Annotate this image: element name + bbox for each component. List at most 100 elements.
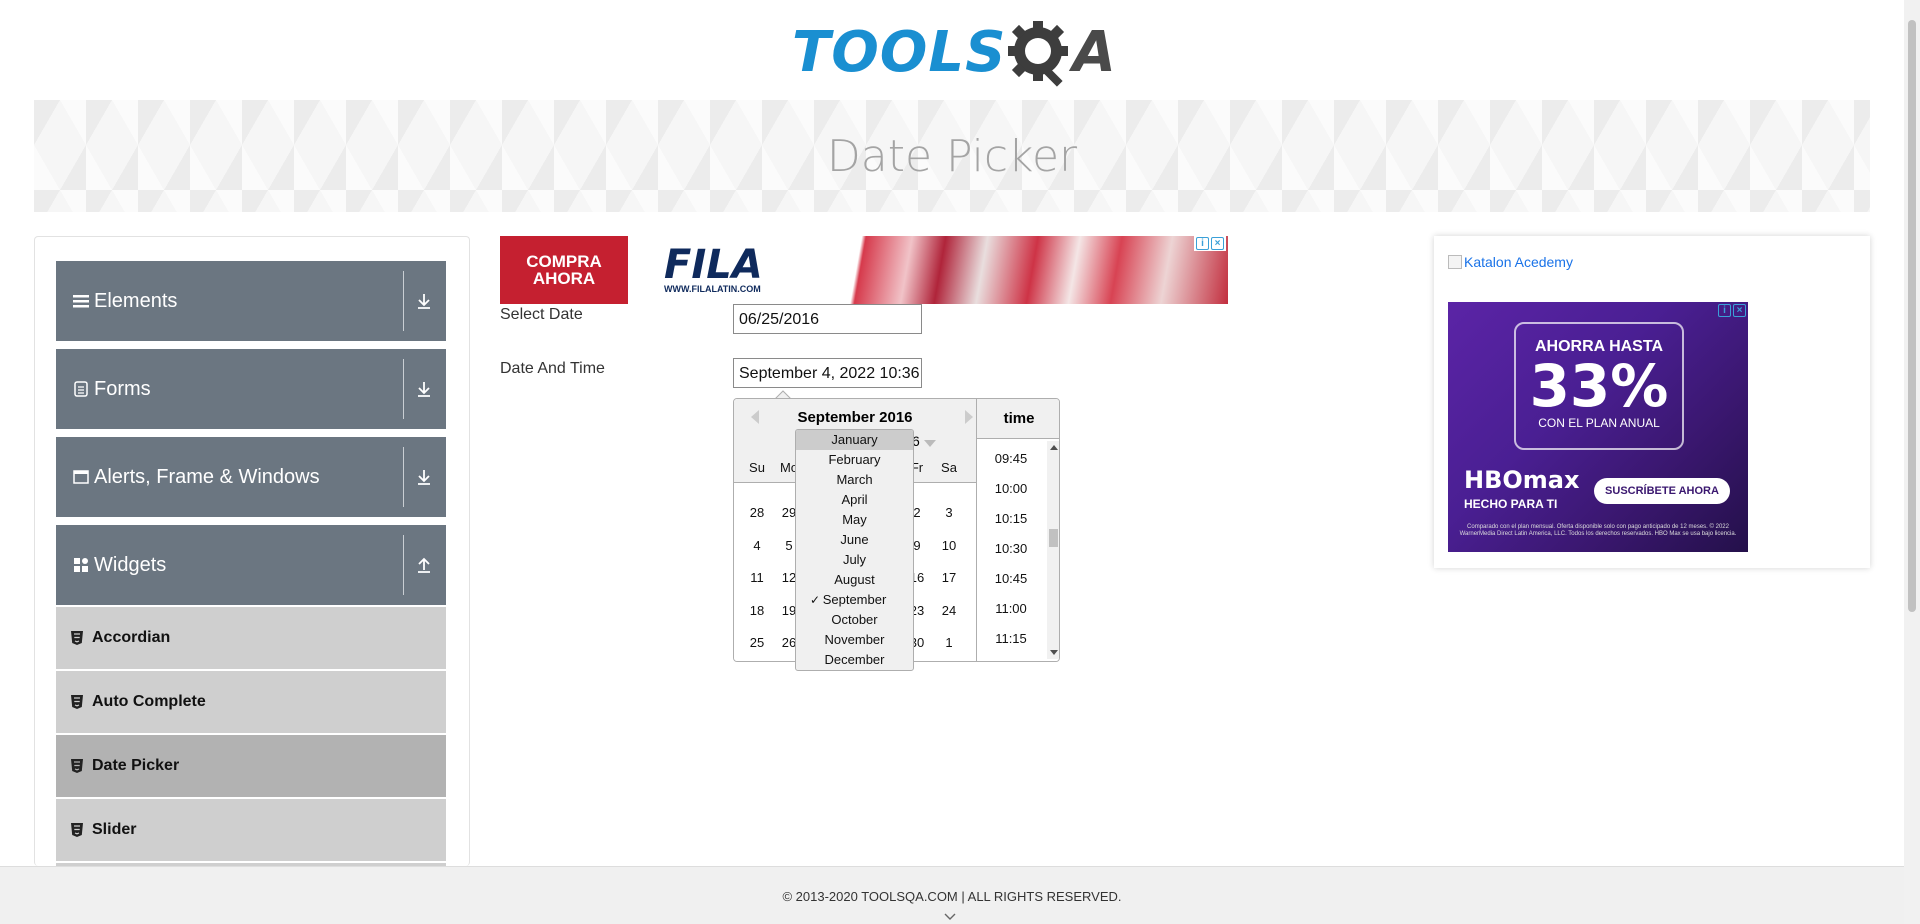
month-label: October [831,612,878,627]
calendar-day[interactable]: 17 [933,570,965,585]
ad-compra-line2: AHORA [532,269,596,288]
offer-box: AHORRA HASTA 33% CON EL PLAN ANUAL [1514,322,1684,450]
katalon-ad-link[interactable]: Katalon Acedemy [1448,254,1573,270]
month-option[interactable]: March [796,470,913,490]
hbo-max-logo: HBOmax [1464,466,1580,494]
ad-url: WWW.FILALATIN.COM [664,284,761,294]
fine-print: Comparado con el plan mensual. Oferta di… [1459,524,1737,537]
download-arrow-icon[interactable] [414,467,434,487]
close-icon[interactable]: × [1211,237,1224,250]
calendar-day[interactable]: 1 [933,635,965,650]
fila-ad-banner[interactable]: COMPRA AHORA FILA WWW.FILALATIN.COM [500,236,1228,304]
calendar-day[interactable]: 4 [741,538,773,553]
time-option[interactable]: 10:30 [977,541,1045,556]
month-label: February [828,452,881,467]
select-date-input[interactable]: 06/25/2016 [733,304,922,334]
month-option[interactable]: December [796,650,913,670]
calendar-day[interactable]: 10 [933,538,965,553]
sidebar-group-label: Alerts, Frame & Windows [94,465,320,488]
sidebar-group-widgets[interactable]: Widgets [56,525,446,605]
toolsqa-logo[interactable]: TOOLS A [792,14,1116,90]
sidebar-group-label: Elements [94,289,178,312]
select-date-label: Select Date [500,306,583,323]
calendar-day[interactable]: 25 [741,635,773,650]
fila-logo: FILA WWW.FILALATIN.COM [628,236,820,304]
date-time-input[interactable]: September 4, 2022 10:36 [733,358,922,388]
divider [403,271,404,331]
month-option[interactable]: May [796,510,913,530]
month-option[interactable]: June [796,530,913,550]
calendar-day[interactable]: 24 [933,603,965,618]
ad-choices-badge[interactable]: i × [1716,303,1748,318]
widgets-icon [73,557,89,573]
check-icon: ✓ [810,593,821,607]
month-label: January [831,432,878,447]
sidebar-item-auto-complete[interactable]: Auto Complete [56,671,446,733]
month-label: September [822,592,887,607]
month-label: August [834,572,875,587]
sidebar-group-forms[interactable]: Forms [56,349,446,429]
divider [403,359,404,419]
info-icon[interactable]: i [1718,304,1731,317]
subscribe-button[interactable]: SUSCRÍBETE AHORA [1594,478,1730,504]
calendar-day[interactable]: 3 [933,505,965,520]
month-option[interactable]: November [796,630,913,650]
menu-icon [73,293,89,309]
month-option[interactable]: ✓ September [796,590,913,610]
divider [403,535,404,595]
month-option[interactable]: August [796,570,913,590]
next-month-icon[interactable] [965,410,973,424]
ad-compra-line1: COMPRA [526,252,602,271]
sidebar-item-date-picker[interactable]: Date Picker [56,735,446,797]
broken-image-icon [1448,255,1462,269]
time-option[interactable]: 09:45 [977,451,1045,466]
offer-percent: 33% [1529,352,1669,420]
month-label: March [836,472,873,487]
month-option[interactable]: July [796,550,913,570]
compra-ahora-panel: COMPRA AHORA [500,236,628,304]
time-option[interactable]: 10:15 [977,511,1045,526]
scroll-thumb[interactable] [1049,529,1058,547]
scroll-up-icon[interactable] [1050,445,1058,450]
html5-icon [70,694,84,710]
info-icon[interactable]: i [1196,237,1209,250]
close-icon[interactable]: × [1733,304,1746,317]
hbo-tagline: HECHO PARA TI [1464,497,1558,511]
calendar-day[interactable]: 18 [741,603,773,618]
html5-icon [70,758,84,774]
calendar-day[interactable]: 28 [741,505,773,520]
month-option[interactable]: October [796,610,913,630]
upload-arrow-icon[interactable] [414,555,434,575]
chevron-down-icon[interactable] [944,909,956,921]
calendar-day[interactable]: 11 [741,570,773,585]
page-scrollbar[interactable] [1904,0,1920,924]
sidebar-group-elements[interactable]: Elements [56,261,446,341]
download-arrow-icon[interactable] [414,291,434,311]
month-option[interactable]: February [796,450,913,470]
scroll-down-icon[interactable] [1050,650,1058,655]
chevron-down-icon[interactable] [924,440,936,447]
ad-choices-badge[interactable]: i × [1194,236,1226,251]
download-arrow-icon[interactable] [414,379,434,399]
day-name: Sa [941,460,957,475]
month-label: June [840,532,869,547]
month-option[interactable]: April [796,490,913,510]
sidebar-item-accordian[interactable]: Accordian [56,607,446,669]
sidebar-group-label: Forms [94,377,151,400]
scroll-thumb[interactable] [1908,20,1916,612]
sidebar-item-slider[interactable]: Slider [56,799,446,861]
time-option[interactable]: 11:15 [977,631,1045,646]
hbo-max-ad[interactable]: AHORRA HASTA 33% CON EL PLAN ANUAL HBOma… [1448,302,1748,552]
sidebar-item-label: Slider [92,821,137,838]
ad-photos [820,236,1228,304]
time-scrollbar[interactable] [1047,441,1059,659]
logo-a: A [1072,19,1116,85]
sidebar-group-alerts[interactable]: Alerts, Frame & Windows [56,437,446,517]
month-option[interactable]: January [796,430,913,450]
time-panel: time 09:45 10:00 10:15 10:30 10:45 11:00 11:15 [976,399,1059,661]
time-option[interactable]: 10:00 [977,481,1045,496]
time-option[interactable]: 10:45 [977,571,1045,586]
page-title: Date Picker [826,130,1078,182]
time-option[interactable]: 11:00 [977,601,1045,616]
copyright-text: © 2013-2020 TOOLSQA.COM | ALL RIGHTS RES… [782,889,1122,904]
